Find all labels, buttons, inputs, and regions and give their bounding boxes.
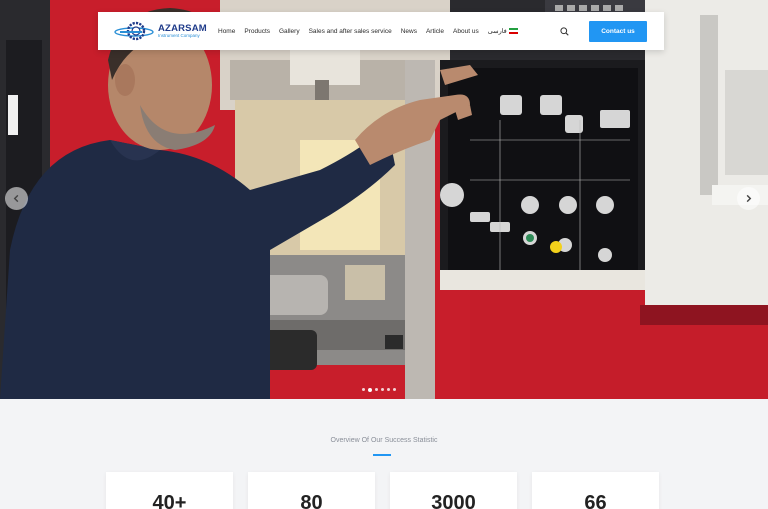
search-button[interactable] xyxy=(553,20,575,42)
stats-cards: 40+ 80 3000 66 xyxy=(106,472,659,509)
slider-next-button[interactable] xyxy=(737,187,760,210)
page: AZARSAM Instrument Company Home Products… xyxy=(0,0,768,509)
stats-underline xyxy=(373,454,391,456)
stat-value: 80 xyxy=(300,492,323,509)
site-header: AZARSAM Instrument Company Home Products… xyxy=(98,12,664,50)
nav-news[interactable]: News xyxy=(401,28,417,35)
logo[interactable]: AZARSAM Instrument Company xyxy=(114,20,214,42)
stat-card: 80 xyxy=(248,472,375,509)
nav-products[interactable]: Products xyxy=(244,28,270,35)
slider-dot[interactable] xyxy=(381,388,384,391)
nav-sales-service[interactable]: Sales and after sales service xyxy=(309,28,392,35)
slider-dots xyxy=(362,387,396,392)
hero-image xyxy=(0,0,768,399)
stat-card: 3000 xyxy=(390,472,517,509)
iran-flag-icon xyxy=(508,27,518,35)
stat-value: 40+ xyxy=(152,492,187,509)
slider-prev-button[interactable] xyxy=(5,187,28,210)
search-icon xyxy=(559,26,569,36)
slider-dot[interactable] xyxy=(393,388,396,391)
nav-home[interactable]: Home xyxy=(218,28,235,35)
gear-logo-icon xyxy=(114,21,154,41)
nav-article[interactable]: Article xyxy=(426,28,444,35)
slider-dot-active[interactable] xyxy=(368,387,372,392)
language-label: فارسی xyxy=(487,28,507,35)
language-switch[interactable]: فارسی xyxy=(488,27,518,35)
slider-dot[interactable] xyxy=(375,388,378,391)
chevron-left-icon xyxy=(13,194,19,203)
main-nav: Home Products Gallery Sales and after sa… xyxy=(218,27,518,35)
stat-value: 3000 xyxy=(431,492,476,509)
contact-us-button[interactable]: Contact us xyxy=(589,20,647,42)
logo-name: AZARSAM xyxy=(158,22,207,34)
stat-card: 40+ xyxy=(106,472,233,509)
logo-subtitle: Instrument Company xyxy=(158,33,200,38)
stat-value: 66 xyxy=(584,492,607,509)
hero-slider xyxy=(0,0,768,399)
slider-dot[interactable] xyxy=(387,388,390,391)
slider-dot[interactable] xyxy=(362,388,365,391)
chevron-right-icon xyxy=(746,194,752,203)
stat-card: 66 xyxy=(532,472,659,509)
nav-about[interactable]: About us xyxy=(453,28,479,35)
nav-gallery[interactable]: Gallery xyxy=(279,28,300,35)
stats-caption: Overview Of Our Success Statistic xyxy=(330,437,438,444)
